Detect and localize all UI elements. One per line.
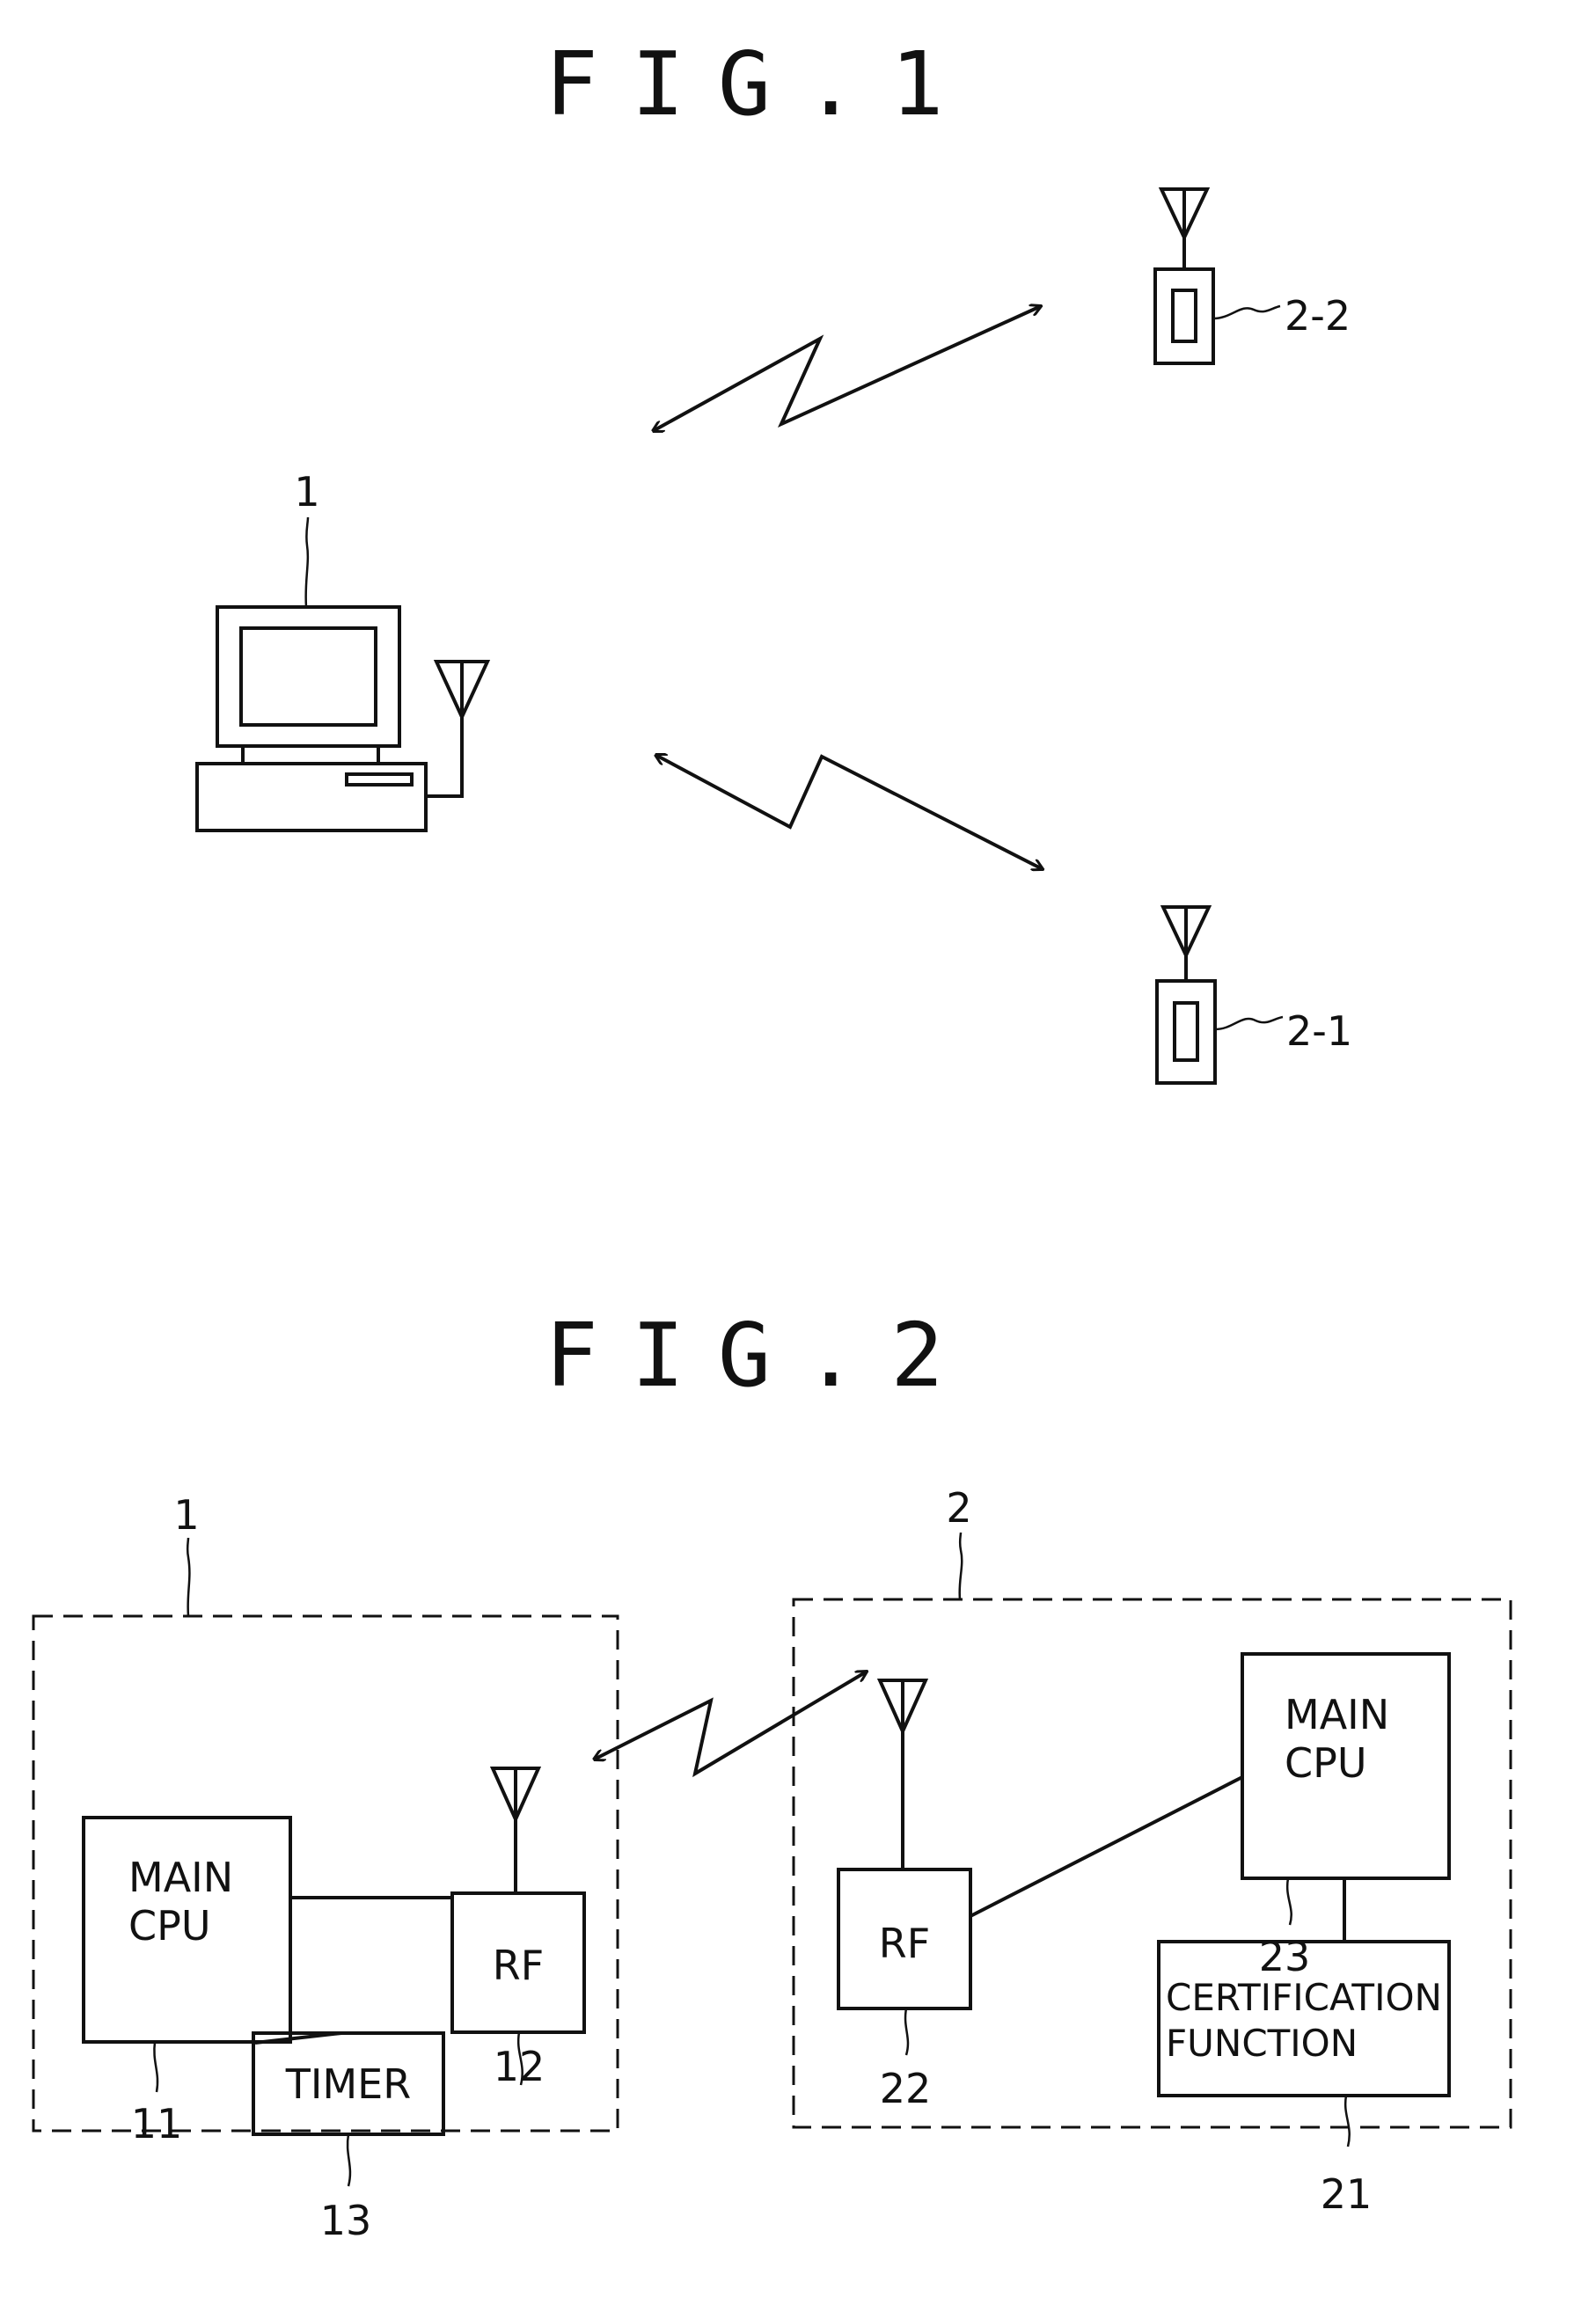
computer-ref-label: 1 — [294, 468, 319, 516]
leader-line-11 — [153, 2041, 159, 2093]
antenna-cable — [426, 717, 464, 798]
antenna-icon — [433, 660, 491, 721]
host-timer-ref: 13 — [320, 2197, 372, 2244]
leader-line-host — [186, 1537, 191, 1617]
monitor-screen — [239, 626, 377, 727]
device-body — [1153, 267, 1215, 365]
host-ref-label: 1 — [173, 1491, 199, 1539]
host-rf-ref: 12 — [494, 2043, 545, 2090]
disk-drive-slot — [345, 772, 414, 787]
leader-line-21 — [1343, 2095, 1351, 2147]
patent-drawing-sheet: FIG.1 1 2-2 2-1 FIG.2 1 MAIN CPU 11 RF 1… — [32, 33, 1512, 2244]
device-bottom-ref-label: 2-1 — [1286, 1007, 1352, 1055]
figure-2: FIG.2 1 MAIN CPU 11 RF 12 TIMER 13 2 RF … — [32, 1304, 1512, 2244]
fig2-title: FIG.2 — [545, 1304, 977, 1407]
leader-line-23 — [1285, 1877, 1292, 1926]
leader-line-device — [958, 1532, 963, 1600]
certification-line2: FUNCTION — [1166, 2022, 1358, 2065]
fig1-title: FIG.1 — [545, 33, 977, 135]
wireless-link-bottom — [655, 755, 1043, 869]
device-main-cpu-line2: CPU — [1285, 1739, 1367, 1787]
leader-line-2-1 — [1214, 1015, 1284, 1031]
host-rf-label: RF — [493, 1942, 544, 1989]
leader-line-13 — [346, 2133, 352, 2187]
device-antenna-icon — [876, 1679, 929, 1869]
device-ref-label: 2 — [946, 1484, 971, 1532]
host-main-cpu-line2: CPU — [128, 1902, 211, 1950]
antenna-icon — [1160, 905, 1212, 981]
device-body — [1155, 979, 1217, 1085]
leader-line-1 — [304, 516, 310, 608]
antenna-icon — [1158, 187, 1211, 269]
portable-device-icon — [1153, 187, 1215, 365]
portable-device-icon — [1155, 905, 1217, 1085]
rf-cpu-connection — [970, 1775, 1243, 1918]
certification-line1: CERTIFICATION — [1166, 1976, 1442, 2019]
wireless-link — [594, 1672, 867, 1778]
device-rf-label: RF — [879, 1920, 930, 1967]
host-antenna-icon — [489, 1767, 542, 1893]
wireless-link-top — [653, 306, 1041, 431]
device-display — [1173, 1001, 1199, 1062]
host-main-cpu-ref: 11 — [131, 2100, 183, 2147]
device-rf-ref: 22 — [880, 2065, 932, 2112]
device-display — [1171, 289, 1197, 343]
figure-1: FIG.1 1 2-2 2-1 — [195, 33, 1352, 1085]
host-main-cpu-line1: MAIN — [128, 1854, 233, 1901]
leader-line-2-2 — [1212, 304, 1281, 320]
device-top-ref-label: 2-2 — [1285, 292, 1351, 340]
computer-icon — [195, 605, 491, 832]
device-main-cpu-line1: MAIN — [1285, 1691, 1389, 1738]
host-timer-label: TIMER — [285, 2060, 411, 2108]
leader-line-22 — [904, 2008, 910, 2056]
certification-ref: 21 — [1321, 2170, 1373, 2218]
